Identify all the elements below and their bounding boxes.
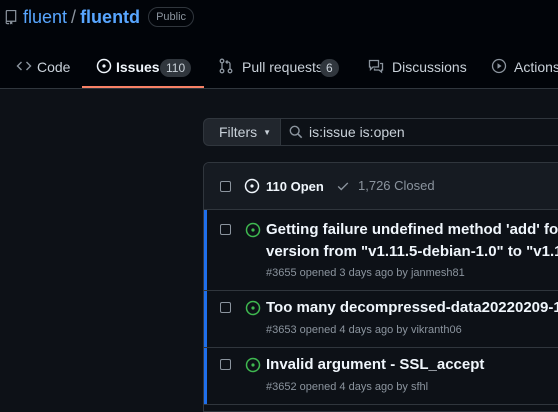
tab-discussions-label: Discussions <box>392 59 467 75</box>
issue-meta: #3652 opened 4 days ago by sfhl <box>266 381 429 393</box>
unread-indicator <box>204 348 207 404</box>
code-icon <box>16 58 32 74</box>
repo-owner-link[interactable]: fluent <box>23 7 67 28</box>
play-icon <box>491 58 507 74</box>
issue-checkbox[interactable] <box>220 224 231 235</box>
closed-issues-filter[interactable]: 1,726 Closed <box>336 178 435 193</box>
issue-checkbox[interactable] <box>220 302 231 313</box>
issue-meta: #3655 opened 3 days ago by janmesh81 <box>266 267 465 279</box>
caret-down-icon: ▼ <box>263 127 272 137</box>
list-item[interactable]: Getting failure undefined method 'add' f… <box>204 210 558 291</box>
comment-discussion-icon <box>368 58 384 74</box>
git-pull-request-icon <box>218 58 234 74</box>
filters-button[interactable]: Filters ▼ <box>203 118 281 146</box>
issue-meta: #3653 opened 4 days ago by vikranth06 <box>266 324 462 336</box>
open-issues-count: 110 Open <box>266 178 324 194</box>
repo-name-link[interactable]: fluentd <box>80 7 140 28</box>
issue-opened-icon <box>96 58 112 74</box>
issue-opened-icon <box>245 300 261 316</box>
issues-list: 110 Open 1,726 Closed Getting failure un… <box>203 162 558 412</box>
filters-label: Filters <box>219 124 258 140</box>
tab-actions-label: Actions <box>514 59 558 75</box>
issues-counter: 110 <box>160 59 192 77</box>
search-icon <box>289 125 303 139</box>
tab-code[interactable]: Code <box>0 50 78 88</box>
repo-icon <box>5 9 17 25</box>
list-item[interactable]: Too many decompressed-data20220209-10 #3… <box>204 291 558 348</box>
unread-indicator <box>204 291 207 347</box>
issue-title-link[interactable]: Invalid argument - SSL_accept <box>266 354 484 375</box>
check-icon <box>337 181 349 190</box>
issue-title-link-continued[interactable]: version from "v1.11.5-debian-1.0" to "v1… <box>266 241 558 262</box>
unread-indicator <box>204 210 207 290</box>
select-all-checkbox[interactable] <box>220 181 231 192</box>
issues-search-input[interactable] <box>309 124 549 140</box>
tab-code-label: Code <box>37 59 71 75</box>
repo-separator: / <box>71 6 77 27</box>
active-tab-underline <box>82 86 204 88</box>
list-item[interactable]: Invalid argument - SSL_accept #3652 open… <box>204 348 558 405</box>
tab-actions[interactable]: Actions <box>482 50 558 88</box>
tab-issues[interactable]: Issues 110 <box>82 50 204 88</box>
issue-title-link[interactable]: Getting failure undefined method 'add' f… <box>266 219 558 240</box>
issue-checkbox[interactable] <box>220 359 231 370</box>
tab-discussions[interactable]: Discussions <box>360 50 478 88</box>
issues-search <box>281 118 558 146</box>
issue-opened-icon <box>245 222 261 238</box>
repo-breadcrumb: fluent / fluentd Public <box>5 6 195 28</box>
tab-pull-requests[interactable]: Pull requests 6 <box>208 50 348 88</box>
tab-pull-requests-label: Pull requests <box>242 59 323 75</box>
tab-issues-label: Issues <box>116 59 160 75</box>
issue-opened-icon <box>245 357 261 373</box>
issue-title-link[interactable]: Too many decompressed-data20220209-10 <box>266 297 558 318</box>
issue-opened-icon <box>244 178 260 194</box>
issues-list-header: 110 Open 1,726 Closed <box>204 163 558 210</box>
repo-header: fluent / fluentd Public Code Issues 110 … <box>0 0 558 89</box>
pull-requests-counter: 6 <box>320 59 339 77</box>
closed-issues-count: 1,726 Closed <box>358 178 435 193</box>
open-issues-filter[interactable]: 110 Open <box>244 178 324 194</box>
visibility-badge: Public <box>148 7 195 27</box>
